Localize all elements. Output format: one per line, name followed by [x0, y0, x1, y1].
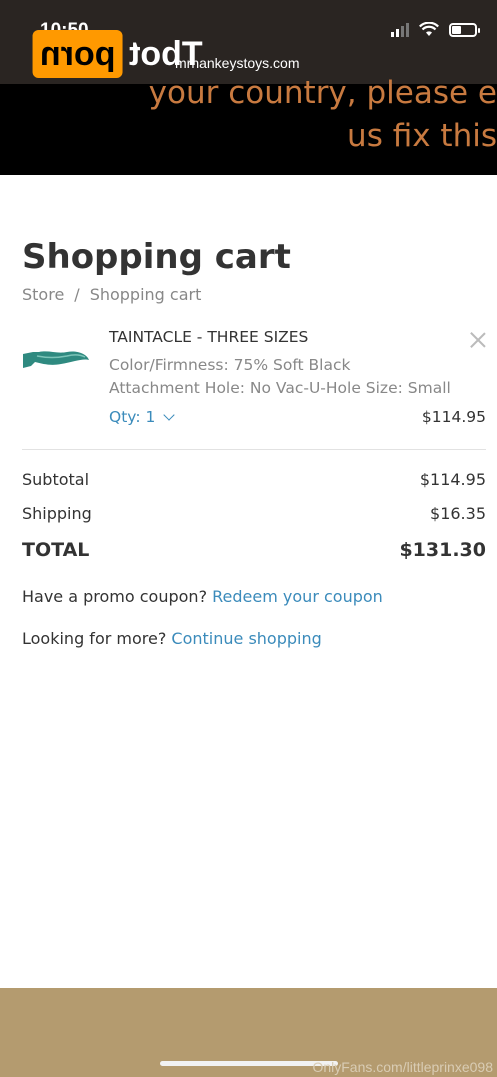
home-indicator[interactable]	[160, 1061, 338, 1066]
promo-text: Have a promo coupon?	[22, 587, 208, 606]
item-price: $114.95	[421, 408, 486, 426]
subtotal-value: $114.95	[419, 470, 486, 489]
product-option-attachment-size: Attachment Hole: No Vac-U-Hole Size: Sma…	[109, 379, 451, 397]
redeem-coupon-link[interactable]: Redeem your coupon	[212, 587, 383, 606]
top-banner: your country, please e us fix this 10:50…	[0, 0, 497, 175]
url-bar[interactable]: mrhankeystoys.com	[175, 55, 299, 71]
product-name[interactable]: TAINTACLE - THREE SIZES	[109, 328, 308, 346]
breadcrumb-store[interactable]: Store	[22, 285, 64, 304]
product-option-color: Color/Firmness: 75% Soft Black	[109, 356, 351, 374]
cellular-signal-icon	[391, 22, 409, 37]
more-text: Looking for more?	[22, 629, 167, 648]
total-row: TOTAL $131.30	[22, 539, 486, 561]
banner-message: your country, please e us fix this	[0, 72, 497, 158]
watermark-logo-box: porn	[33, 30, 123, 78]
continue-shopping: Looking for more? Continue shopping	[22, 629, 322, 648]
banner-line-2: us fix this	[347, 118, 497, 154]
remove-item-icon[interactable]	[470, 332, 486, 348]
status-icons	[391, 22, 480, 37]
total-label: TOTAL	[22, 539, 90, 561]
subtotal-label: Subtotal	[22, 470, 90, 489]
total-value: $131.30	[399, 539, 486, 561]
shipping-label: Shipping	[22, 504, 92, 523]
breadcrumb-separator: /	[74, 285, 80, 304]
quantity-label: Qty: 1	[109, 408, 156, 426]
page-title: Shopping cart	[22, 237, 291, 277]
breadcrumb: Store / Shopping cart	[22, 285, 201, 304]
quantity-selector[interactable]: Qty: 1	[109, 408, 176, 426]
divider	[22, 449, 486, 450]
wifi-icon	[419, 22, 439, 36]
shipping-value: $16.35	[430, 504, 486, 523]
promo-coupon: Have a promo coupon? Redeem your coupon	[22, 587, 383, 606]
continue-shopping-link[interactable]: Continue shopping	[171, 629, 321, 648]
chevron-down-icon	[163, 408, 176, 421]
subtotal-row: Subtotal $114.95	[22, 470, 486, 489]
battery-icon	[449, 22, 480, 37]
banner-line-1: your country, please e	[148, 75, 497, 111]
shipping-row: Shipping $16.35	[22, 504, 486, 523]
breadcrumb-current: Shopping cart	[89, 285, 202, 304]
product-thumbnail[interactable]	[21, 340, 91, 376]
footer-watermark: OnlyFans.com/littleprinxe098	[312, 1059, 493, 1075]
